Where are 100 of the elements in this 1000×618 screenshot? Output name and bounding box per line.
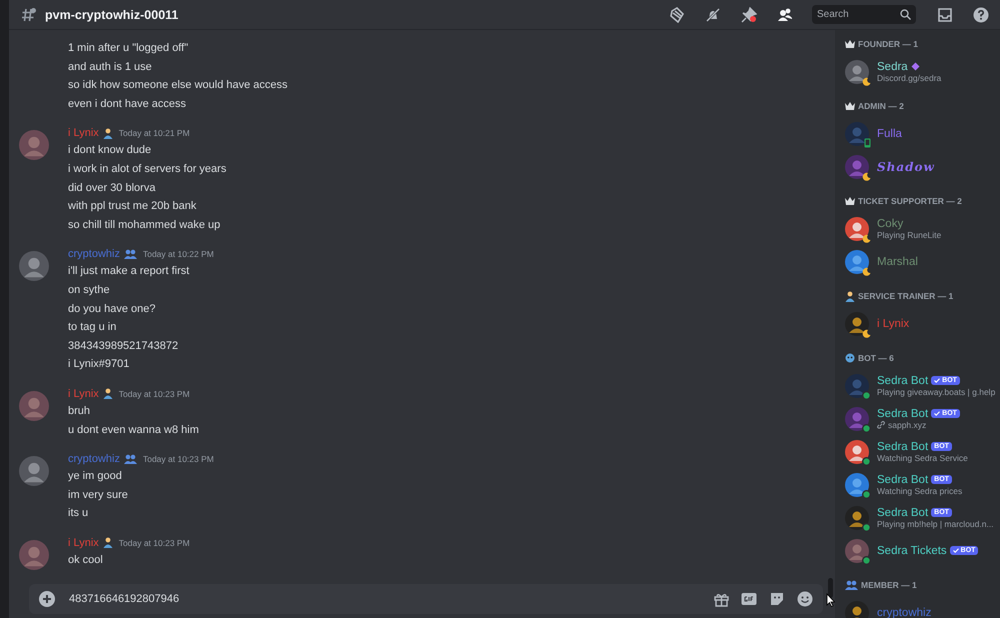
channel-title: pvm-cryptowhiz-00011: [45, 8, 178, 22]
role-heading: BOT — 6: [858, 353, 894, 363]
message-text: 384343989521743872: [68, 338, 180, 354]
gif-button[interactable]: [741, 592, 757, 606]
avatar: [845, 600, 869, 618]
member-name: Marshal: [877, 256, 918, 268]
message-text: i dont know dude: [68, 143, 152, 158]
member-name: Sedra Bot: [877, 440, 928, 452]
avatar: [845, 60, 869, 84]
member-name: Sedra: [877, 60, 908, 72]
member-name: i Lynix: [877, 318, 910, 330]
person-icon: [102, 128, 113, 139]
member-row[interactable]: cryptowhiz: [845, 596, 1000, 618]
timestamp: Today at 10:21 PM: [118, 128, 190, 138]
message-text: to tag u in: [68, 320, 118, 336]
member-name: Sedra Bot: [877, 408, 928, 420]
author-name[interactable]: cryptowhiz: [68, 453, 120, 466]
role-heading: MEMBER — 1: [861, 580, 917, 590]
message-text: i work in alot of servers for years: [68, 162, 226, 177]
hashtag-icon: [21, 6, 37, 22]
message-text: do you have one?: [68, 302, 156, 317]
avatar: [845, 472, 869, 496]
avatar: [845, 506, 869, 530]
author-name[interactable]: i Lynix: [68, 127, 99, 140]
message-text: with ppl trust me 20b bank: [68, 199, 198, 214]
author-name[interactable]: i Lynix: [68, 388, 99, 400]
sticker-icon: [769, 591, 785, 607]
message-text: did over 30 blorva: [68, 180, 156, 196]
member-row[interactable]: Marshal: [845, 245, 1000, 278]
author-name[interactable]: cryptowhiz: [68, 248, 120, 260]
message-text: u dont even wanna w8 him: [68, 422, 199, 438]
avatar: [845, 406, 869, 430]
message-text: ok cool: [68, 552, 104, 568]
activity-text: Discord.gg/sedra: [877, 72, 942, 82]
member-name: Fulla: [877, 128, 902, 140]
add-button[interactable]: [39, 591, 55, 607]
gift-icon: [714, 592, 729, 606]
member-row[interactable]: i Lynix: [845, 307, 1000, 340]
avatar: [19, 130, 49, 160]
message-text: i Lynix#9701: [68, 357, 130, 372]
search-icon: [900, 9, 911, 20]
message-text: bruh: [68, 404, 92, 419]
avatar: [845, 374, 869, 398]
message-input[interactable]: 483716646192807946: [67, 592, 702, 606]
member-name: Sedra Bot: [877, 474, 928, 486]
member-name: cryptowhiz: [877, 606, 932, 618]
activity-text: Playing giveaway.boats | g.help: [877, 386, 996, 396]
author-name[interactable]: i Lynix: [68, 536, 99, 549]
message-text: 1 min after u "logged off": [68, 41, 190, 56]
avatar: [845, 216, 869, 240]
member-row[interactable]: Fulla: [845, 117, 1000, 150]
activity-text: Playing RuneLite: [877, 230, 942, 240]
avatar: [845, 154, 869, 178]
message-text: ye im good: [68, 469, 123, 484]
members-icon: [777, 6, 793, 22]
member-row[interactable]: Coky Playing RuneLite: [845, 212, 1000, 245]
pin-icon: [741, 6, 757, 22]
member-name: Sedra Bot: [877, 374, 928, 386]
crown-icon: [845, 102, 855, 110]
plus-icon: [39, 591, 55, 607]
avatar: [19, 456, 49, 486]
activity-text: Playing mb!help | marcloud.n...: [877, 518, 994, 528]
crown-icon: [845, 197, 855, 205]
people-icon: [845, 580, 858, 590]
message-text: im very sure: [68, 488, 129, 503]
avatar: [19, 251, 49, 282]
message-text: i'll just make a report first: [68, 264, 190, 280]
inbox-icon: [937, 6, 953, 22]
member-row[interactable]: Sedra Discord.gg/sedra: [845, 55, 1000, 88]
robot-icon: [845, 353, 855, 363]
timestamp: Today at 10:23 PM: [118, 388, 190, 399]
avatar: [845, 122, 869, 146]
timestamp: Today at 10:22 PM: [142, 249, 214, 260]
checkmark-icon: [934, 378, 940, 383]
person-icon: [102, 388, 113, 400]
message-field[interactable]: 483716646192807946: [29, 584, 823, 614]
avatar: [19, 540, 49, 570]
activity-text: Watching Sedra Service: [877, 452, 968, 462]
member-name: Sedra Bot: [877, 506, 928, 518]
person-icon: [102, 537, 113, 548]
member-name: Coky: [877, 218, 904, 230]
gif-icon: [741, 592, 757, 606]
message-text: so idk how someone else would have access: [68, 78, 288, 94]
message-text: even i dont have access: [68, 96, 188, 112]
mouse-pointer-icon: [826, 593, 835, 607]
gift-button[interactable]: [714, 592, 729, 606]
member-row[interactable]: Shadow: [845, 150, 1000, 183]
checkmark-icon: [934, 411, 940, 416]
avatar: [19, 390, 49, 421]
emoji-button[interactable]: [797, 591, 813, 607]
crown-icon: [845, 40, 855, 48]
avatar: [845, 250, 869, 274]
people-icon: [124, 249, 137, 260]
scrollbar[interactable]: [828, 578, 833, 598]
message-text: on sythe: [68, 282, 111, 298]
timestamp: Today at 10:23 PM: [142, 454, 214, 464]
search-field[interactable]: Search: [812, 5, 916, 24]
sticker-button[interactable]: [769, 591, 785, 607]
avatar: [845, 440, 869, 464]
message-text: and auth is 1 use: [68, 60, 153, 75]
